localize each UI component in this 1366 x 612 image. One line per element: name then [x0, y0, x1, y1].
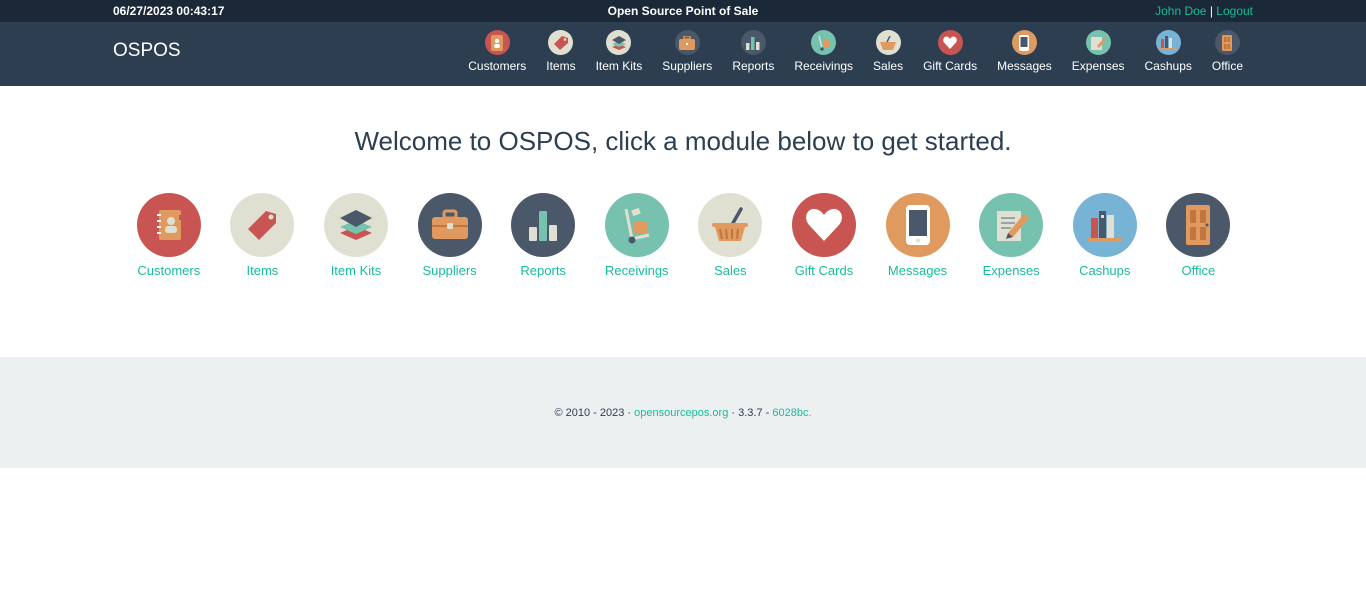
- module-label: Reports: [520, 263, 566, 278]
- module-cashups[interactable]: Cashups: [1058, 193, 1152, 278]
- nav-item-expenses[interactable]: Expenses: [1062, 30, 1135, 73]
- nav-item-label: Messages: [997, 59, 1052, 73]
- door-icon: [1214, 30, 1240, 55]
- module-messages[interactable]: Messages: [871, 193, 965, 278]
- footer-site-link[interactable]: opensourcepos.org: [634, 407, 728, 419]
- footer-copyright: © 2010 - 2023 ·: [554, 407, 632, 419]
- nav-item-label: Gift Cards: [923, 59, 978, 73]
- module-label: Items: [246, 263, 279, 278]
- briefcase-icon: [417, 193, 482, 257]
- footer-commit-link[interactable]: 6028bc.: [772, 407, 811, 419]
- heart-icon: [791, 193, 856, 257]
- brand-logo[interactable]: OSPOS: [113, 40, 181, 62]
- smartphone-icon: [1011, 30, 1037, 55]
- user-name-link[interactable]: John Doe: [1155, 4, 1206, 18]
- module-item-kits[interactable]: Item Kits: [309, 193, 403, 278]
- briefcase-icon: [674, 30, 700, 55]
- nav-item-label: Suppliers: [662, 59, 713, 73]
- module-label: Item Kits: [330, 263, 382, 278]
- address-book-icon: [136, 193, 201, 257]
- module-label: Messages: [887, 263, 948, 278]
- nav-item-customers[interactable]: Customers: [458, 30, 536, 73]
- nav-item-office[interactable]: Office: [1202, 30, 1253, 73]
- module-receivings[interactable]: Receivings: [590, 193, 684, 278]
- footer-version: · 3.3.7 -: [731, 407, 770, 419]
- module-suppliers[interactable]: Suppliers: [403, 193, 497, 278]
- footer: © 2010 - 2023 · opensourcepos.org · 3.3.…: [0, 357, 1366, 468]
- door-icon: [1166, 193, 1231, 257]
- nav-item-label: Expenses: [1071, 59, 1125, 73]
- nav-item-label: Office: [1211, 59, 1243, 73]
- nav-item-label: Reports: [732, 59, 775, 73]
- shopping-basket-icon: [875, 30, 901, 55]
- nav-item-sales[interactable]: Sales: [863, 30, 913, 73]
- module-label: Office: [1181, 263, 1216, 278]
- module-items[interactable]: Items: [216, 193, 310, 278]
- nav-item-label: Items: [546, 59, 576, 73]
- stacked-layers-icon: [606, 30, 632, 55]
- document-pencil-icon: [1085, 30, 1111, 55]
- module-label: Cashups: [1079, 263, 1131, 278]
- welcome-heading: Welcome to OSPOS, click a module below t…: [354, 126, 1012, 156]
- books-icon: [1155, 30, 1181, 55]
- module-label: Receivings: [604, 263, 669, 278]
- navbar: OSPOS Customers Items Item Kits Supplier…: [0, 22, 1366, 86]
- user-separator: |: [1209, 4, 1213, 18]
- module-label: Expenses: [982, 263, 1040, 278]
- module-office[interactable]: Office: [1152, 193, 1246, 278]
- nav-item-label: Cashups: [1144, 59, 1192, 73]
- nav-item-suppliers[interactable]: Suppliers: [652, 30, 722, 73]
- main-content: Welcome to OSPOS, click a module below t…: [0, 86, 1366, 357]
- nav-item-items[interactable]: Items: [536, 30, 585, 73]
- nav-item-reports[interactable]: Reports: [722, 30, 784, 73]
- books-icon: [1072, 193, 1137, 257]
- address-book-icon: [484, 30, 510, 55]
- price-tag-icon: [230, 193, 295, 257]
- shopping-basket-icon: [698, 193, 763, 257]
- nav-item-label: Sales: [873, 59, 904, 73]
- user-area: John Doe | Logout: [1155, 4, 1253, 18]
- nav-item-label: Item Kits: [595, 59, 643, 73]
- nav-item-label: Receivings: [794, 59, 854, 73]
- module-label: Suppliers: [422, 263, 477, 278]
- module-sales[interactable]: Sales: [684, 193, 778, 278]
- nav-item-item-kits[interactable]: Item Kits: [586, 30, 653, 73]
- module-reports[interactable]: Reports: [496, 193, 590, 278]
- nav-item-gift-cards[interactable]: Gift Cards: [913, 30, 987, 73]
- module-expenses[interactable]: Expenses: [964, 193, 1058, 278]
- hand-truck-icon: [604, 193, 669, 257]
- hand-truck-icon: [811, 30, 837, 55]
- nav-item-messages[interactable]: Messages: [987, 30, 1062, 73]
- nav-menu: Customers Items Item Kits Suppliers Repo…: [458, 30, 1253, 73]
- top-bar: 06/27/2023 00:43:17 Open Source Point of…: [0, 0, 1366, 22]
- logout-link[interactable]: Logout: [1216, 4, 1253, 18]
- stacked-layers-icon: [323, 193, 388, 257]
- nav-item-cashups[interactable]: Cashups: [1135, 30, 1202, 73]
- bar-chart-icon: [740, 30, 766, 55]
- module-grid: Customers Items Item Kits Suppliers Repo: [122, 193, 1245, 278]
- module-gift-cards[interactable]: Gift Cards: [777, 193, 871, 278]
- document-pencil-icon: [979, 193, 1044, 257]
- footer-line: © 2010 - 2023 · opensourcepos.org · 3.3.…: [0, 407, 1366, 419]
- module-label: Gift Cards: [794, 263, 854, 278]
- price-tag-icon: [548, 30, 574, 55]
- module-label: Sales: [714, 263, 747, 278]
- module-customers[interactable]: Customers: [122, 193, 216, 278]
- smartphone-icon: [885, 193, 950, 257]
- module-label: Customers: [137, 263, 201, 278]
- bar-chart-icon: [511, 193, 576, 257]
- heart-icon: [937, 30, 963, 55]
- nav-item-label: Customers: [468, 59, 527, 73]
- nav-item-receivings[interactable]: Receivings: [784, 30, 863, 73]
